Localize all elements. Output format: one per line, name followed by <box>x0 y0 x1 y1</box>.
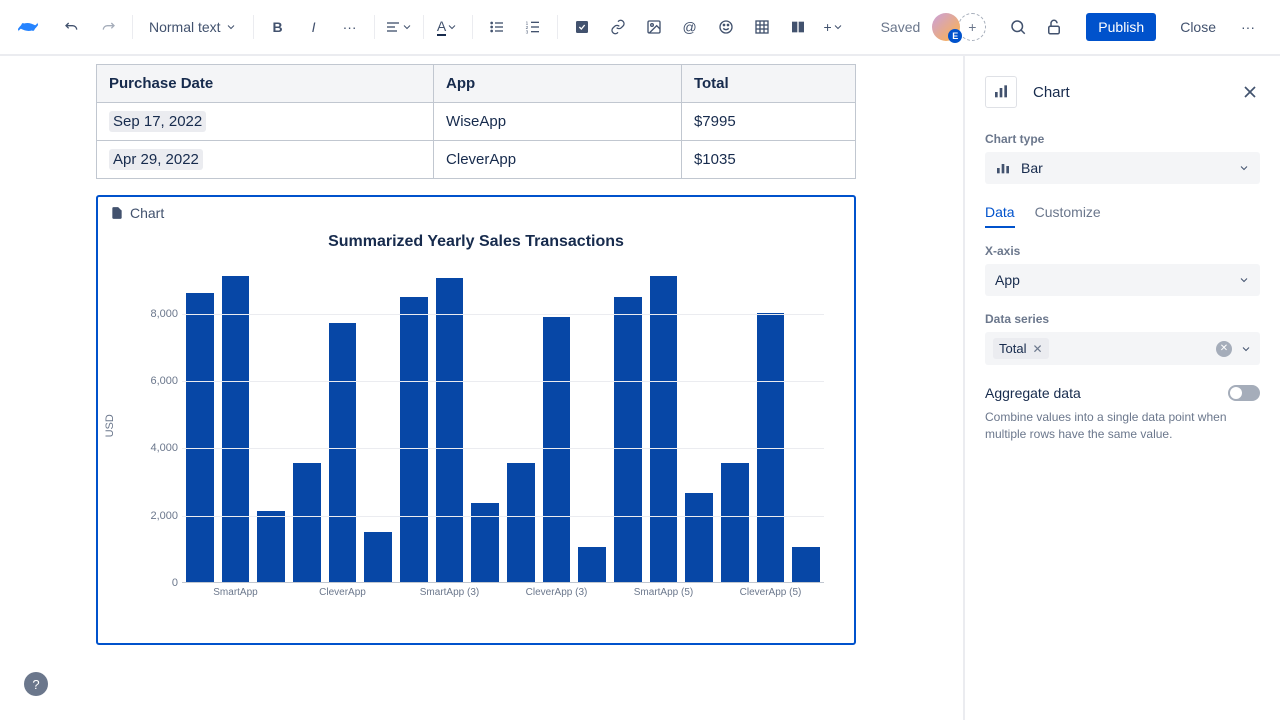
editor-area[interactable]: Purchase Date App Total Sep 17, 2022 Wis… <box>0 56 963 720</box>
text-style-select[interactable]: Normal text <box>141 11 245 43</box>
xaxis-select[interactable]: App <box>985 264 1260 296</box>
action-item-button[interactable] <box>566 11 598 43</box>
bar <box>293 463 321 582</box>
tab-customize[interactable]: Customize <box>1035 204 1101 228</box>
chart-area: USD 02,0004,0006,0008,000 SmartAppClever… <box>118 263 834 623</box>
layouts-button[interactable] <box>782 11 814 43</box>
emoji-button[interactable] <box>710 11 742 43</box>
chart-config-panel: Chart Chart type Bar Data Customize X-ax… <box>963 56 1280 720</box>
more-formatting-button[interactable]: ··· <box>334 11 366 43</box>
chart-title: Summarized Yearly Sales Transactions <box>118 233 834 251</box>
bar <box>186 293 214 582</box>
close-panel-button[interactable] <box>1240 82 1260 102</box>
redo-button[interactable] <box>92 11 124 43</box>
undo-button[interactable] <box>56 11 88 43</box>
bar <box>543 317 571 582</box>
series-tag: Total ✕ <box>993 338 1049 359</box>
align-button[interactable] <box>383 11 415 43</box>
panel-title: Chart <box>1033 84 1070 101</box>
aggregate-toggle[interactable] <box>1228 385 1260 401</box>
chart-type-label: Chart type <box>985 132 1260 146</box>
help-button[interactable]: ? <box>24 672 48 696</box>
add-collaborator-button[interactable]: + <box>958 13 986 41</box>
bar <box>685 493 713 582</box>
search-button[interactable] <box>1002 11 1034 43</box>
chart-type-select[interactable]: Bar <box>985 152 1260 184</box>
mention-button[interactable]: @ <box>674 11 706 43</box>
chevron-down-icon <box>1240 343 1252 355</box>
chart-block-label: Chart <box>130 205 164 221</box>
bar <box>507 463 535 582</box>
table-header[interactable]: Total <box>681 65 855 103</box>
data-series-label: Data series <box>985 312 1260 326</box>
chevron-down-icon <box>1238 162 1250 174</box>
bar <box>578 547 606 582</box>
bullet-list-button[interactable] <box>481 11 513 43</box>
y-axis-label: USD <box>104 414 116 437</box>
italic-button[interactable]: I <box>298 11 330 43</box>
table-row[interactable]: Sep 17, 2022 WiseApp $7995 <box>97 103 856 141</box>
user-avatar[interactable]: E <box>932 13 960 41</box>
toolbar: Normal text B I ··· A 123 @ + Saved E + … <box>0 0 1280 56</box>
table-header[interactable]: App <box>434 65 682 103</box>
aggregate-help-text: Combine values into a single data point … <box>985 409 1260 443</box>
numbered-list-button[interactable]: 123 <box>517 11 549 43</box>
chart-block[interactable]: Chart Summarized Yearly Sales Transactio… <box>96 195 856 645</box>
bar <box>364 532 392 582</box>
bar <box>436 278 464 582</box>
page-icon <box>110 206 124 220</box>
close-button[interactable]: Close <box>1168 13 1228 41</box>
bar <box>400 297 428 582</box>
restrictions-button[interactable] <box>1038 11 1070 43</box>
bar-chart-icon <box>995 160 1011 176</box>
bar <box>650 276 678 582</box>
xaxis-label: X-axis <box>985 244 1260 258</box>
table-row[interactable]: Apr 29, 2022 CleverApp $1035 <box>97 141 856 179</box>
insert-button[interactable]: + <box>818 11 850 43</box>
text-color-button[interactable]: A <box>432 11 464 43</box>
clear-all-button[interactable]: ✕ <box>1216 341 1232 357</box>
aggregate-label: Aggregate data <box>985 385 1081 401</box>
table-button[interactable] <box>746 11 778 43</box>
publish-button[interactable]: Publish <box>1086 13 1156 41</box>
bar <box>329 323 357 582</box>
bar <box>792 547 820 582</box>
link-button[interactable] <box>602 11 634 43</box>
data-series-select[interactable]: Total ✕ ✕ <box>985 332 1260 365</box>
bar <box>257 511 285 582</box>
saved-status: Saved <box>881 19 921 35</box>
bar <box>721 463 749 582</box>
tab-data[interactable]: Data <box>985 204 1015 228</box>
bar <box>222 276 250 582</box>
table-header[interactable]: Purchase Date <box>97 65 434 103</box>
confluence-logo <box>16 15 40 39</box>
more-actions-button[interactable]: ··· <box>1232 11 1264 43</box>
chevron-down-icon <box>1238 274 1250 286</box>
remove-tag-button[interactable]: ✕ <box>1032 342 1042 356</box>
chart-icon <box>985 76 1017 108</box>
svg-text:3: 3 <box>525 30 528 35</box>
bar <box>614 297 642 582</box>
data-table[interactable]: Purchase Date App Total Sep 17, 2022 Wis… <box>96 64 856 179</box>
image-button[interactable] <box>638 11 670 43</box>
bold-button[interactable]: B <box>262 11 294 43</box>
